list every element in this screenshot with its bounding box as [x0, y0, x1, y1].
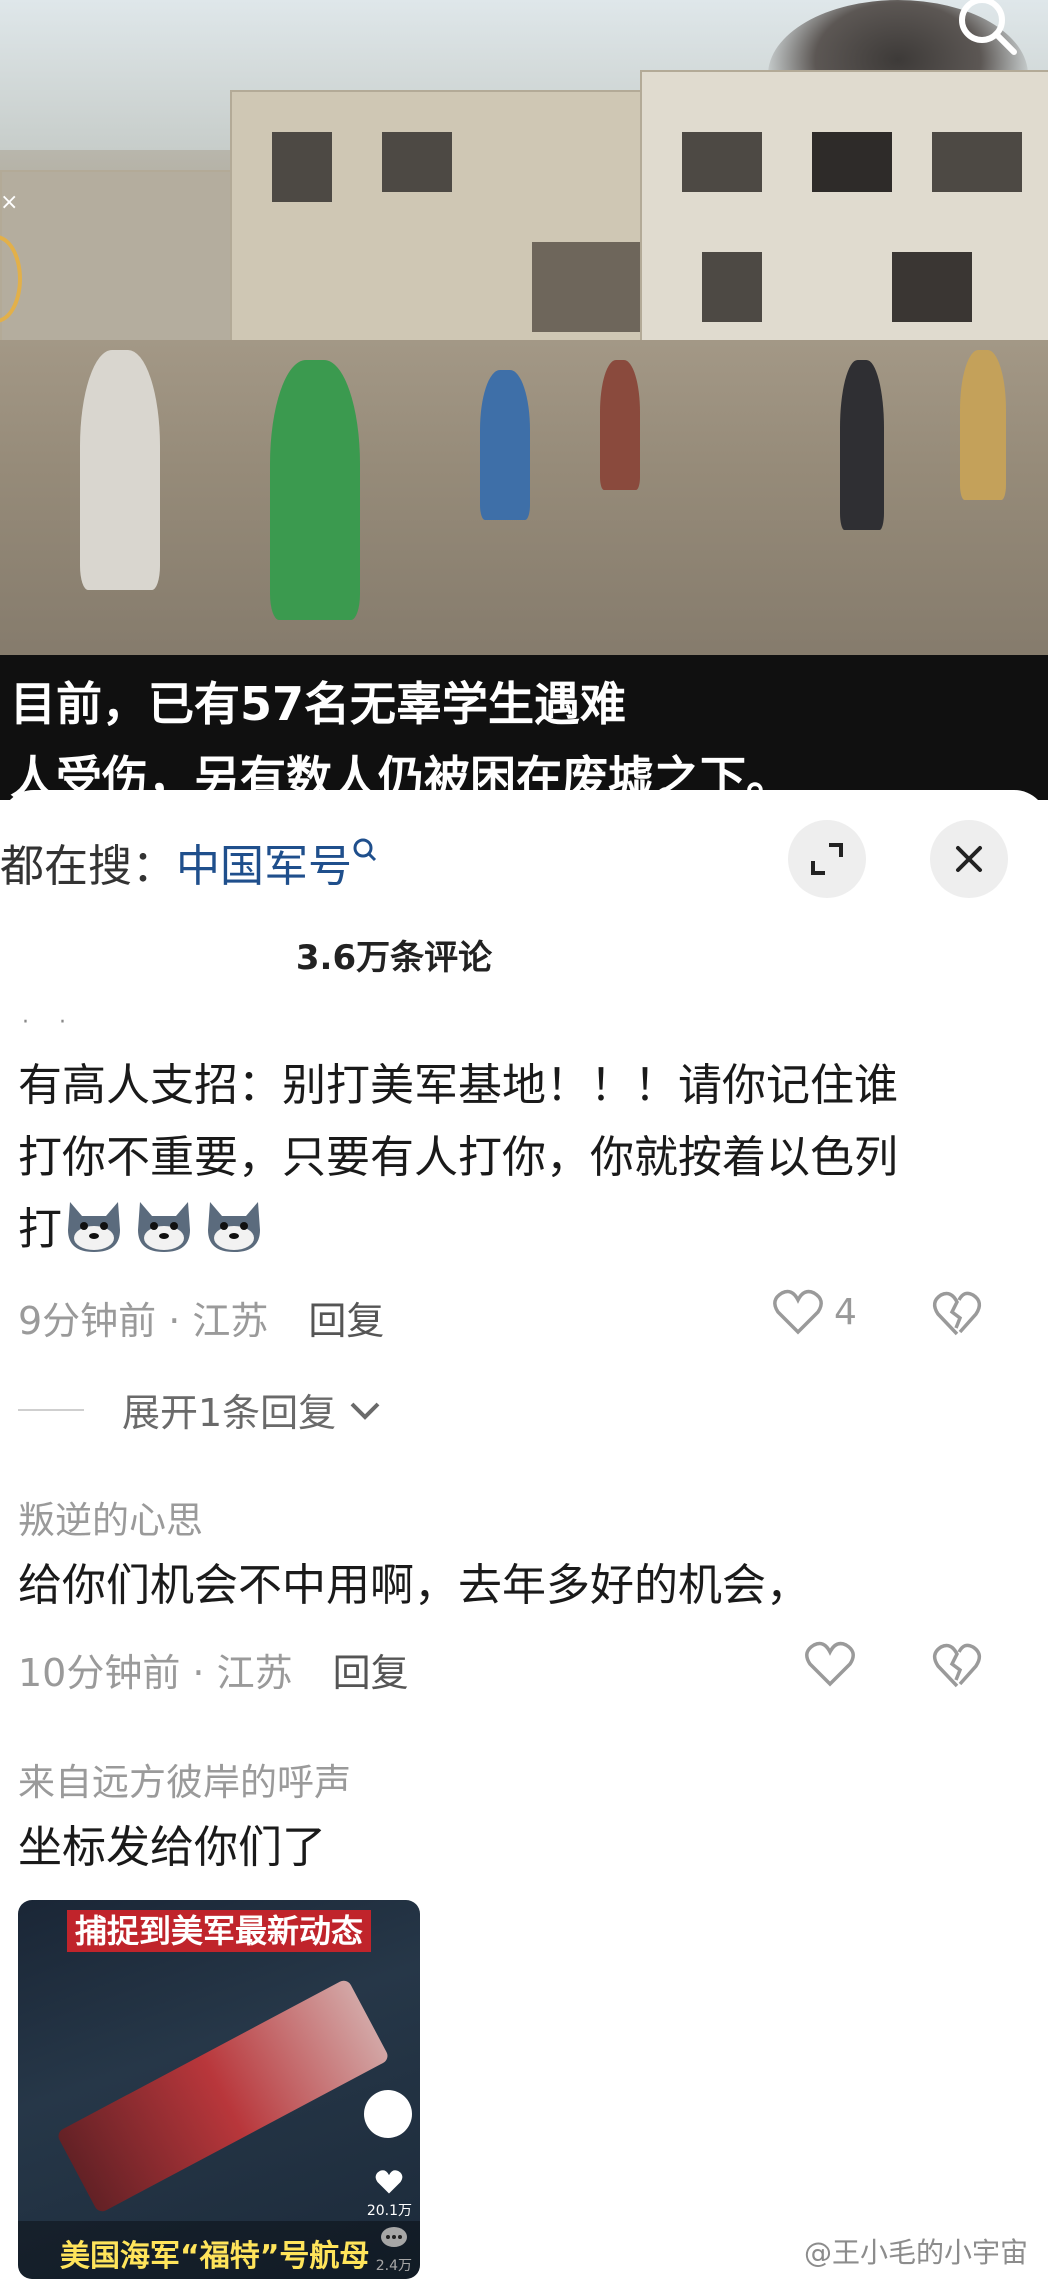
comment-line: 打你不重要，只要有人打你，你就按着以色列 [18, 1132, 898, 1183]
attachment-caption: 美国海军“福特”号航母 [60, 2239, 370, 2274]
ruined-building-right [640, 70, 1048, 374]
attachment-title: 捕捉到美军最新动态 [18, 1906, 420, 1952]
expand-divider [18, 1408, 84, 1411]
person-figure [960, 350, 1006, 500]
heart-icon [376, 2170, 403, 2194]
like-button[interactable]: 4 [772, 1288, 857, 1336]
attachment-title-text: 捕捉到美军最新动态 [66, 1910, 371, 1952]
expand-button[interactable] [788, 820, 866, 898]
expand-icon [811, 843, 843, 875]
heart-icon [773, 1289, 823, 1335]
close-icon[interactable]: × [0, 190, 24, 220]
expand-replies[interactable]: 展开1条回复 [18, 1382, 382, 1437]
person-figure [80, 350, 160, 590]
comment-text: 坐标发给你们了 [18, 1822, 326, 1873]
comment-line: 打 [18, 1204, 62, 1255]
dislike-button[interactable] [932, 1642, 982, 1694]
reply-button[interactable]: 回复 [308, 1299, 384, 1343]
comment-line-emoji: 打 [18, 1194, 1018, 1266]
comment-time-location: 9分钟前 · 江苏 [18, 1299, 269, 1343]
broken-heart-icon [932, 1643, 982, 1688]
comment-count: 3.6万条评论 [295, 938, 493, 978]
like-button[interactable] [804, 1640, 856, 1688]
divider-dots: ·· [22, 1010, 96, 1035]
expand-replies-label: 展开1条回复 [122, 1391, 337, 1435]
hot-search-prefix: 都在搜： [0, 841, 176, 892]
close-button[interactable] [930, 820, 1008, 898]
comment-text: 有高人支招：别打美军基地！！！请你记住谁 打你不重要，只要有人打你，你就按着以色… [18, 1050, 1018, 1266]
person-figure [840, 360, 884, 530]
reply-button[interactable]: 回复 [333, 1651, 409, 1695]
heart-icon [805, 1641, 855, 1687]
doge-emoji-icon [138, 1202, 190, 1252]
comment-username[interactable]: 叛逆的心思 [18, 1490, 203, 1544]
hot-search-bar[interactable]: 都在搜：中国军号 [0, 830, 378, 894]
person-figure [480, 370, 530, 520]
search-small-icon [353, 838, 377, 862]
hot-search-keyword[interactable]: 中国军号 [176, 841, 352, 892]
attachment-likes: 20.1万 [367, 2168, 412, 2220]
dislike-button[interactable] [932, 1290, 982, 1342]
doge-emoji-icon [208, 1202, 260, 1252]
comment-meta: 9分钟前 · 江苏 回复 [18, 1290, 384, 1345]
person-figure [600, 360, 640, 490]
ruined-building-left [0, 170, 254, 354]
account-avatar [364, 2090, 412, 2138]
broken-heart-icon [932, 1291, 982, 1336]
comment-text: 给你们机会不中用啊，去年多好的机会， [18, 1560, 810, 1611]
chevron-down-icon [350, 1402, 380, 1420]
comment-image-attachment[interactable]: 捕捉到美军最新动态 20.1万 2.4万 美国海军“福特”号航母 [18, 1900, 420, 2279]
doge-emoji-icon [68, 1202, 120, 1252]
comment-sheet: 都在搜：中国军号 3.6万条评论 ·· 有高人支招：别打美军基地！！！请你记住谁… [0, 790, 1048, 2279]
comment-meta: 10分钟前 · 江苏 回复 [18, 1642, 409, 1697]
comment-time-location: 10分钟前 · 江苏 [18, 1651, 293, 1695]
video-caption-line1: 目前，已有57名无辜学生遇难 [10, 677, 627, 731]
aircraft-carrier-graphic [55, 1977, 391, 2215]
comment-username[interactable]: 来自远方彼岸的呼声 [18, 1752, 351, 1806]
like-count: 4 [834, 1291, 857, 1333]
close-icon [956, 846, 982, 872]
weibo-watermark: @王小毛的小宇宙 [803, 2236, 1028, 2269]
comment-line: 有高人支招：别打美军基地！！！请你记住谁 [18, 1060, 898, 1111]
search-icon[interactable] [944, 0, 1024, 60]
video-player[interactable]: × 目前，已有57名无辜学生遇难 人受伤，另有数人仍被困在废墟之下。 [0, 0, 1048, 800]
attachment-like-count: 20.1万 [366, 2203, 412, 2219]
person-figure [270, 360, 360, 620]
